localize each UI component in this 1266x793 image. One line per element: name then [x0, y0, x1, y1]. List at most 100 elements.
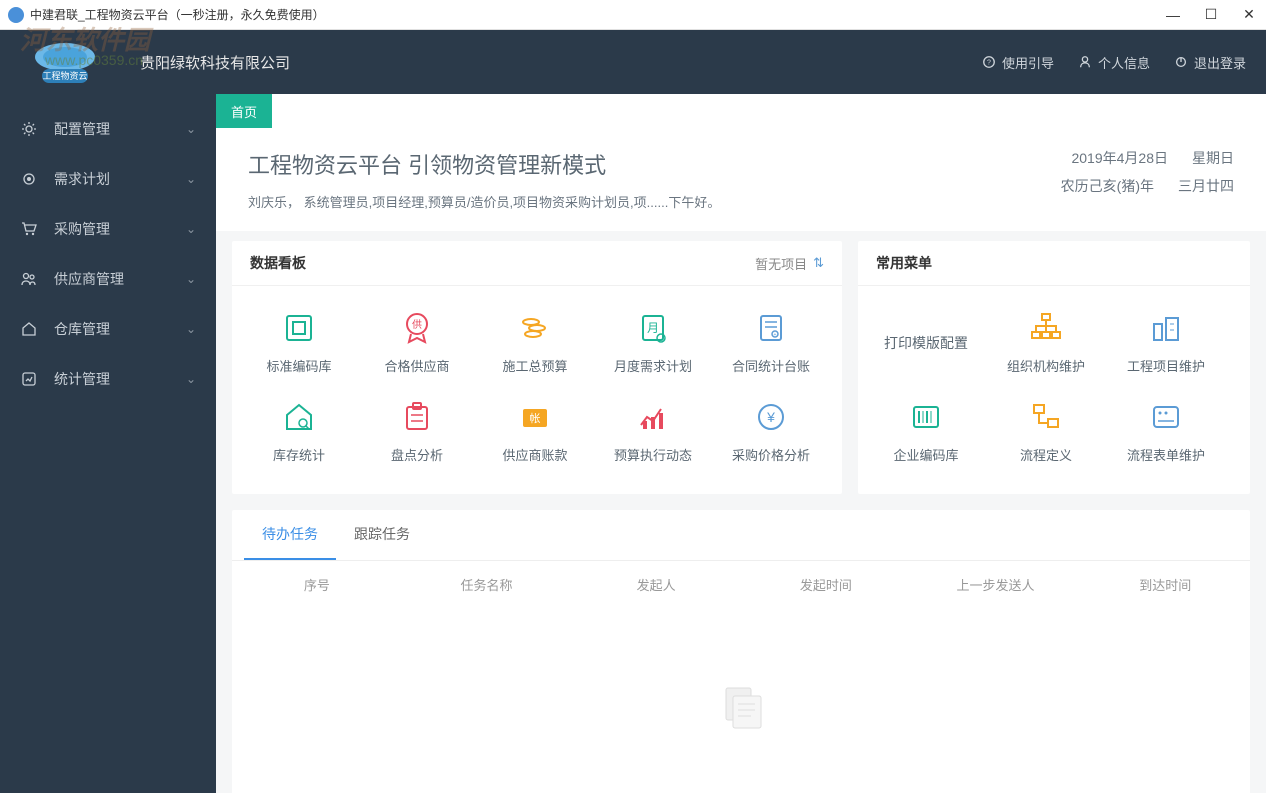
data-panel: 数据看板 暂无项目 ⇅ 标准编码库供合格供应商施工总预算月月度需求计划+合同统计… [232, 241, 842, 494]
data-item-4[interactable]: +合同统计台账 [712, 298, 830, 387]
guide-label: 使用引导 [1002, 53, 1054, 72]
item-icon [281, 310, 317, 346]
data-item-0[interactable]: 标准编码库 [240, 298, 358, 387]
data-item-1[interactable]: 供合格供应商 [358, 298, 476, 387]
task-col-5: 到达时间 [1080, 575, 1250, 594]
chevron-down-icon: ⌄ [186, 322, 196, 336]
guide-link[interactable]: ? 使用引导 [982, 53, 1054, 72]
sidebar-label: 配置管理 [54, 119, 110, 139]
profile-link[interactable]: 个人信息 [1078, 53, 1150, 72]
close-button[interactable]: ✕ [1240, 6, 1258, 24]
users-icon [20, 270, 38, 288]
item-label: 库存统计 [273, 445, 325, 464]
item-label: 工程项目维护 [1127, 356, 1205, 375]
power-icon [1174, 55, 1188, 69]
item-label: 预算执行动态 [614, 445, 692, 464]
menu-item-1[interactable]: 工程项目维护 [1106, 298, 1226, 387]
panel-title: 数据看板 [250, 253, 306, 273]
panel-extra[interactable]: 暂无项目 ⇅ [755, 253, 824, 273]
data-item-2[interactable]: 施工总预算 [476, 298, 594, 387]
tab-bar: 首页 [216, 94, 1266, 128]
item-label: 企业编码库 [893, 445, 958, 464]
date-text: 2019年4月28日 [1071, 148, 1168, 168]
item-icon: ¥ [753, 399, 789, 435]
sidebar-item-warehouse[interactable]: 仓库管理 ⌄ [0, 304, 216, 354]
item-icon: 月 [635, 310, 671, 346]
content-area: 首页 工程物资云平台 引领物资管理新模式 刘庆乐， 系统管理员,项目经理,预算员… [216, 94, 1266, 793]
window-title: 中建君联_工程物资云平台（一秒注册，永久免费使用） [30, 6, 1164, 23]
item-icon [1028, 310, 1064, 346]
chevron-down-icon: ⌄ [186, 222, 196, 236]
logout-link[interactable]: 退出登录 [1174, 53, 1246, 72]
menu-label: 打印模版配置 [884, 333, 968, 353]
cog-icon [20, 170, 38, 188]
company-name: 贵阳绿软科技有限公司 [140, 52, 290, 73]
minimize-button[interactable]: — [1164, 6, 1182, 24]
item-icon [1148, 399, 1184, 435]
chart-icon [20, 370, 38, 388]
item-icon [281, 399, 317, 435]
tasks-panel: 待办任务 跟踪任务 序号任务名称发起人发起时间上一步发送人到达时间 [232, 510, 1250, 793]
item-label: 月度需求计划 [614, 356, 692, 375]
item-label: 流程表单维护 [1127, 445, 1205, 464]
cart-icon [20, 220, 38, 238]
task-tab-track[interactable]: 跟踪任务 [336, 510, 428, 560]
task-tab-todo[interactable]: 待办任务 [244, 510, 336, 560]
sidebar-item-purchase[interactable]: 采购管理 ⌄ [0, 204, 216, 254]
sidebar-label: 采购管理 [54, 219, 110, 239]
item-label: 供应商账款 [502, 445, 567, 464]
item-label: 组织机构维护 [1007, 356, 1085, 375]
titlebar: 中建君联_工程物资云平台（一秒注册，永久免费使用） — ☐ ✕ [0, 0, 1266, 30]
item-label: 盘点分析 [391, 445, 443, 464]
banner: 工程物资云平台 引领物资管理新模式 刘庆乐， 系统管理员,项目经理,预算员/造价… [216, 128, 1266, 231]
data-item-9[interactable]: ¥采购价格分析 [712, 387, 830, 476]
sidebar: 配置管理 ⌄ 需求计划 ⌄ 采购管理 ⌄ 供应商管理 ⌄ 仓库管理 ⌄ 统计管理… [0, 94, 216, 793]
sidebar-item-supplier[interactable]: 供应商管理 ⌄ [0, 254, 216, 304]
data-item-5[interactable]: 库存统计 [240, 387, 358, 476]
svg-text:月: 月 [647, 321, 659, 335]
user-icon [1078, 55, 1092, 69]
task-col-3: 发起时间 [741, 575, 911, 594]
empty-icon [711, 678, 771, 738]
menu-item-3[interactable]: 流程定义 [986, 387, 1106, 476]
task-empty [232, 608, 1250, 793]
banner-subtitle: 刘庆乐， 系统管理员,项目经理,预算员/造价员,项目物资采购计划员,项.....… [248, 192, 1061, 211]
item-icon [908, 399, 944, 435]
data-item-3[interactable]: 月月度需求计划 [594, 298, 712, 387]
header: 工程物资云 贵阳绿软科技有限公司 ? 使用引导 个人信息 退出登录 [0, 30, 1266, 94]
menu-item-print[interactable]: 打印模版配置 [866, 298, 986, 387]
sidebar-label: 需求计划 [54, 169, 110, 189]
sidebar-item-stats[interactable]: 统计管理 ⌄ [0, 354, 216, 404]
item-icon: 帐 [517, 399, 553, 435]
svg-text:¥: ¥ [766, 409, 775, 425]
task-col-0: 序号 [232, 575, 402, 594]
data-item-7[interactable]: 帐供应商账款 [476, 387, 594, 476]
item-label: 合格供应商 [384, 356, 449, 375]
svg-text:工程物资云: 工程物资云 [42, 70, 87, 81]
item-icon [399, 399, 435, 435]
svg-text:帐: 帐 [530, 412, 541, 425]
banner-title: 工程物资云平台 引领物资管理新模式 [248, 148, 1061, 180]
tab-home[interactable]: 首页 [216, 94, 272, 128]
item-icon [1148, 310, 1184, 346]
menu-item-0[interactable]: 组织机构维护 [986, 298, 1106, 387]
item-label: 流程定义 [1020, 445, 1072, 464]
sidebar-item-config[interactable]: 配置管理 ⌄ [0, 104, 216, 154]
sidebar-item-demand[interactable]: 需求计划 ⌄ [0, 154, 216, 204]
menu-panel: 常用菜单 打印模版配置组织机构维护工程项目维护企业编码库流程定义流程表单维护 [858, 241, 1250, 494]
data-item-6[interactable]: 盘点分析 [358, 387, 476, 476]
item-icon: + [753, 310, 789, 346]
lunar-year: 农历己亥(猪)年 [1061, 176, 1154, 196]
item-icon [1028, 399, 1064, 435]
menu-item-2[interactable]: 企业编码库 [866, 387, 986, 476]
item-icon [517, 310, 553, 346]
maximize-button[interactable]: ☐ [1202, 6, 1220, 24]
lunar-day: 三月廿四 [1178, 176, 1234, 196]
svg-text:+: + [774, 332, 777, 338]
chevron-down-icon: ⌄ [186, 122, 196, 136]
menu-item-4[interactable]: 流程表单维护 [1106, 387, 1226, 476]
logo: 工程物资云 [20, 37, 120, 87]
logout-label: 退出登录 [1194, 53, 1246, 72]
weekday-text: 星期日 [1192, 148, 1234, 168]
data-item-8[interactable]: 预算执行动态 [594, 387, 712, 476]
